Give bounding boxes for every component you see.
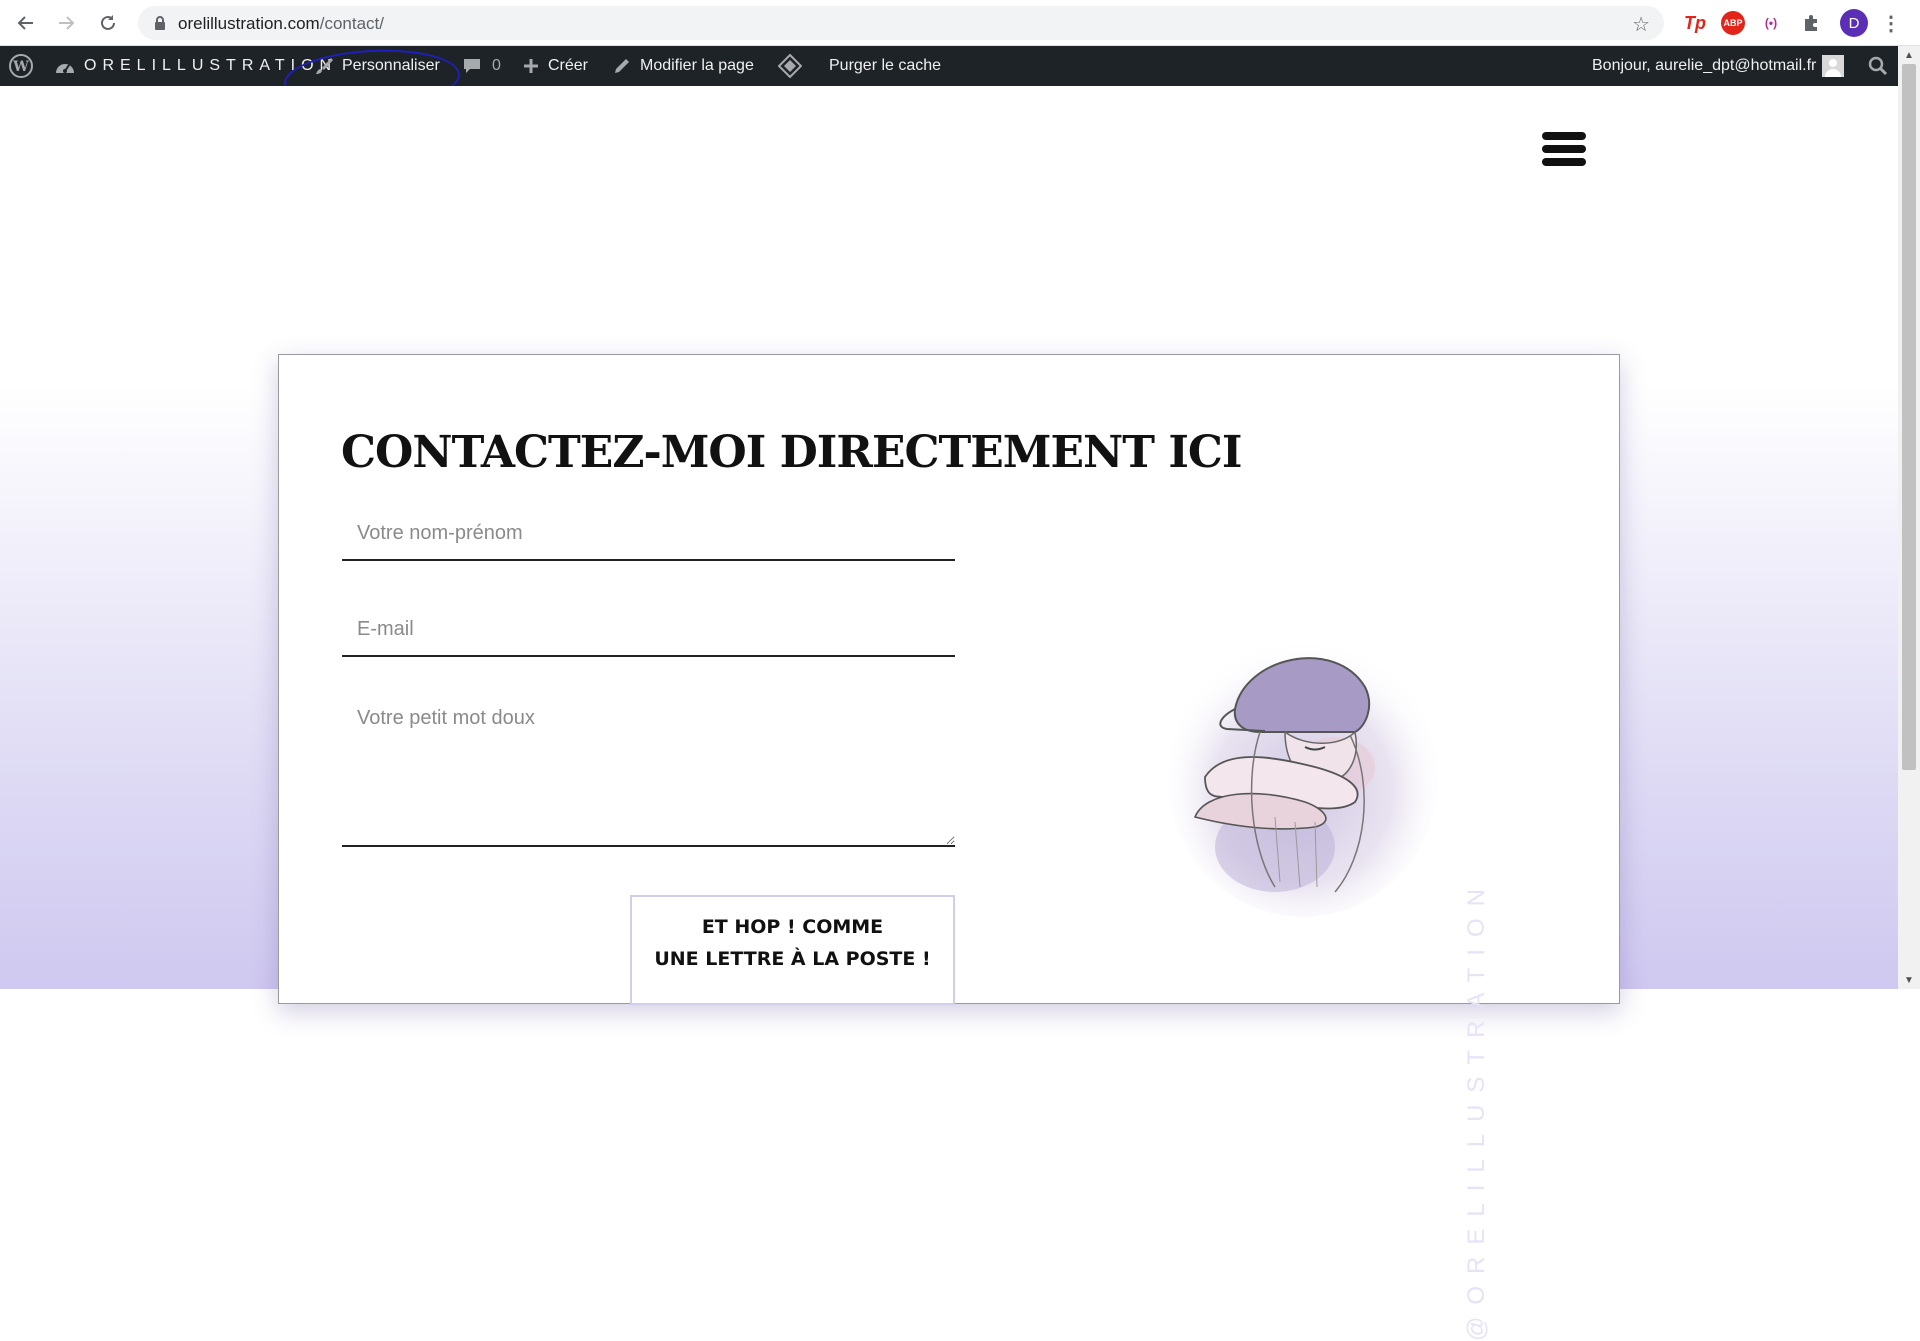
- greeting-label: Bonjour, aurelie_dpt@hotmail.fr: [1592, 57, 1817, 74]
- vertical-brand-label: @ORELILLUSTRATION: [1463, 877, 1490, 1341]
- extension-broadcast-icon[interactable]: (•): [1758, 10, 1784, 36]
- customize-label: Personnaliser: [342, 57, 440, 74]
- purge-cache-label: Purger le cache: [829, 57, 942, 74]
- browser-menu-icon[interactable]: ⋮: [1880, 10, 1902, 36]
- submit-label-line1: ET HOP ! COMME: [701, 916, 884, 938]
- dashboard-gauge-icon: [54, 57, 76, 75]
- browser-toolbar: orelillustration.com/contact/ ☆ Tp ABP (…: [0, 0, 1920, 46]
- adminbar-edit-page[interactable]: Modifier la page: [612, 46, 754, 86]
- lock-icon: [155, 16, 165, 30]
- profile-avatar[interactable]: D: [1840, 9, 1868, 37]
- reload-icon: [101, 15, 115, 30]
- url-path: /contact/: [319, 14, 384, 33]
- svg-text:W: W: [12, 59, 29, 75]
- cache-diamond-icon: [778, 54, 802, 78]
- hamburger-menu-icon[interactable]: [1542, 132, 1586, 172]
- url-domain: orelillustration.com: [178, 14, 320, 33]
- submit-label-line2: UNE LETTRE À LA POSTE !: [654, 948, 931, 970]
- create-label: Créer: [548, 57, 589, 74]
- comments-count: 0: [492, 57, 501, 74]
- adminbar-my-account[interactable]: Bonjour, aurelie_dpt@hotmail.fr: [1592, 46, 1845, 86]
- forward-button[interactable]: [52, 9, 80, 37]
- comment-bubble-icon: [462, 56, 482, 76]
- adminbar-comments[interactable]: 0: [462, 46, 501, 86]
- wp-admin-bar: W ORELILLUSTRATION Personnaliser 0 Créer…: [0, 46, 1898, 86]
- url-text: orelillustration.com/contact/: [178, 14, 384, 34]
- illustration-girl-with-cap: [1168, 637, 1438, 917]
- scroll-down-arrow-icon[interactable]: ▼: [1898, 971, 1920, 989]
- message-field[interactable]: [342, 699, 955, 847]
- adminbar-cache-icon-item[interactable]: [778, 46, 810, 86]
- email-field[interactable]: [342, 603, 955, 657]
- back-button[interactable]: [12, 9, 40, 37]
- adminbar-search-icon[interactable]: [1868, 46, 1888, 86]
- site-name: ORELILLUSTRATION: [84, 57, 338, 74]
- plus-icon: [522, 57, 540, 75]
- extensions-puzzle-icon[interactable]: [1798, 10, 1824, 36]
- bookmark-star-icon[interactable]: ☆: [1632, 12, 1650, 37]
- name-field[interactable]: [342, 507, 955, 561]
- pencil-icon: [612, 56, 632, 76]
- edit-page-label: Modifier la page: [640, 57, 754, 74]
- arrow-left-icon: [17, 16, 33, 30]
- paintbrush-icon: [314, 56, 334, 76]
- adblock-plus-icon[interactable]: ABP: [1721, 11, 1745, 35]
- contact-card: CONTACTEZ-MOI DIRECTEMENT ICI ET HOP ! C…: [278, 354, 1620, 1341]
- page-scrollbar[interactable]: ▲ ▼: [1898, 46, 1920, 989]
- scroll-up-arrow-icon[interactable]: ▲: [1898, 46, 1920, 64]
- page-content: CONTACTEZ-MOI DIRECTEMENT ICI ET HOP ! C…: [0, 86, 1898, 1341]
- extension-tp-icon[interactable]: Tp: [1682, 10, 1708, 36]
- reload-button[interactable]: [94, 9, 122, 37]
- scroll-thumb[interactable]: [1902, 64, 1916, 770]
- arrow-right-icon: [59, 16, 75, 30]
- adminbar-customize[interactable]: Personnaliser: [314, 46, 440, 86]
- adminbar-site-link[interactable]: ORELILLUSTRATION: [54, 46, 337, 86]
- adminbar-purge-cache[interactable]: Purger le cache: [829, 46, 941, 86]
- address-bar[interactable]: orelillustration.com/contact/ ☆: [138, 6, 1664, 40]
- adminbar-new-content[interactable]: Créer: [522, 46, 588, 86]
- contact-title: CONTACTEZ-MOI DIRECTEMENT ICI: [341, 427, 1242, 478]
- user-avatar: [1822, 55, 1845, 77]
- wordpress-logo-icon[interactable]: W: [8, 46, 34, 86]
